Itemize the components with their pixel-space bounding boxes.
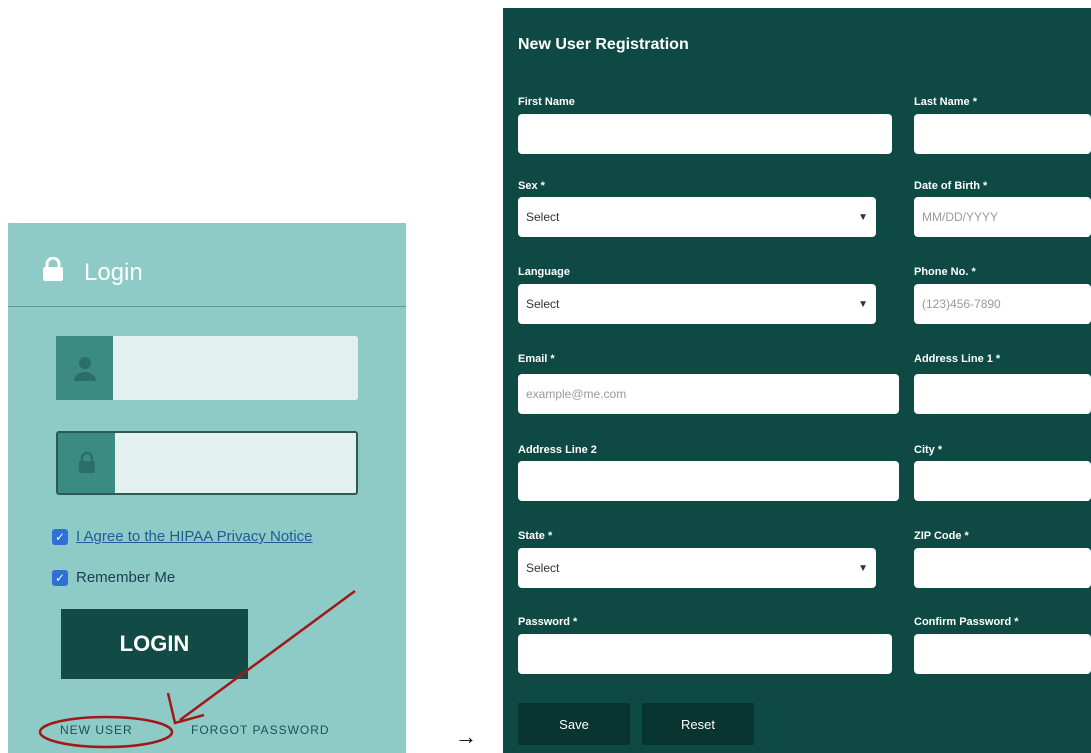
new-user-link[interactable]: NEW USER	[60, 723, 133, 737]
login-title: Login	[84, 259, 143, 286]
save-button[interactable]: Save	[518, 703, 630, 745]
forgot-password-link[interactable]: FORGOT PASSWORD	[191, 723, 330, 737]
registration-panel: New User Registration First Name Last Na…	[503, 8, 1091, 753]
state-label: State *	[518, 530, 553, 542]
remember-me-label: Remember Me	[76, 569, 176, 586]
bottom-links: NEW USER FORGOT PASSWORD	[8, 719, 406, 743]
sex-select-value: Select	[526, 210, 560, 224]
flow-arrow: →	[455, 724, 477, 749]
confirm-password-label: Confirm Password *	[914, 616, 1019, 628]
address1-label: Address Line 1 *	[914, 353, 1001, 365]
username-input[interactable]	[116, 340, 356, 396]
login-panel: Login ✓ I Agree to the HIPAA Privacy Not…	[8, 223, 406, 753]
phone-label: Phone No. *	[914, 266, 976, 278]
remember-me-row[interactable]: ✓ Remember Me	[52, 569, 175, 586]
first-name-input[interactable]	[518, 114, 892, 154]
email-label: Email *	[518, 353, 555, 365]
dob-input[interactable]: MM/DD/YYYY	[914, 197, 1091, 237]
login-button[interactable]: LOGIN	[61, 609, 248, 679]
first-name-label: First Name	[518, 96, 575, 108]
user-icon	[56, 336, 113, 400]
sex-select[interactable]: Select ▼	[518, 197, 876, 237]
chevron-down-icon: ▼	[858, 298, 868, 310]
last-name-label: Last Name *	[914, 96, 977, 108]
username-field[interactable]	[56, 336, 358, 400]
address1-input[interactable]	[914, 374, 1091, 414]
confirm-password-input[interactable]	[914, 634, 1091, 674]
login-header: Login	[8, 223, 406, 307]
lock-icon	[43, 257, 63, 281]
password-field[interactable]	[56, 431, 358, 495]
dob-placeholder: MM/DD/YYYY	[922, 210, 999, 224]
agree-link[interactable]: I Agree to the HIPAA Privacy Notice	[76, 528, 313, 545]
address2-label: Address Line 2	[518, 444, 597, 456]
state-select-value: Select	[526, 561, 560, 575]
password-label: Password *	[518, 616, 578, 628]
email-input[interactable]: example@me.com	[518, 374, 899, 414]
language-label: Language	[518, 266, 570, 278]
reg-password-input[interactable]	[518, 634, 892, 674]
sex-label: Sex *	[518, 180, 545, 192]
lock-icon	[58, 433, 115, 493]
language-select-value: Select	[526, 297, 560, 311]
email-placeholder: example@me.com	[526, 387, 627, 401]
zip-label: ZIP Code *	[914, 530, 969, 542]
language-select[interactable]: Select ▼	[518, 284, 876, 324]
zip-input[interactable]	[914, 548, 1091, 588]
chevron-down-icon: ▼	[858, 562, 868, 574]
agree-checkbox[interactable]: ✓	[52, 528, 68, 545]
city-label: City *	[914, 444, 943, 456]
password-input[interactable]	[118, 437, 358, 493]
remember-me-checkbox[interactable]: ✓	[52, 569, 68, 586]
dob-label: Date of Birth *	[914, 180, 988, 192]
phone-input[interactable]: (123)456-7890	[914, 284, 1091, 324]
reset-button[interactable]: Reset	[642, 703, 754, 745]
city-input[interactable]	[914, 461, 1091, 501]
registration-title: New User Registration	[518, 36, 689, 53]
chevron-down-icon: ▼	[858, 211, 868, 223]
state-select[interactable]: Select ▼	[518, 548, 876, 588]
address2-input[interactable]	[518, 461, 899, 501]
phone-placeholder: (123)456-7890	[922, 297, 1001, 311]
last-name-input[interactable]	[914, 114, 1091, 154]
agree-checkbox-row[interactable]: ✓ I Agree to the HIPAA Privacy Notice	[52, 528, 313, 545]
